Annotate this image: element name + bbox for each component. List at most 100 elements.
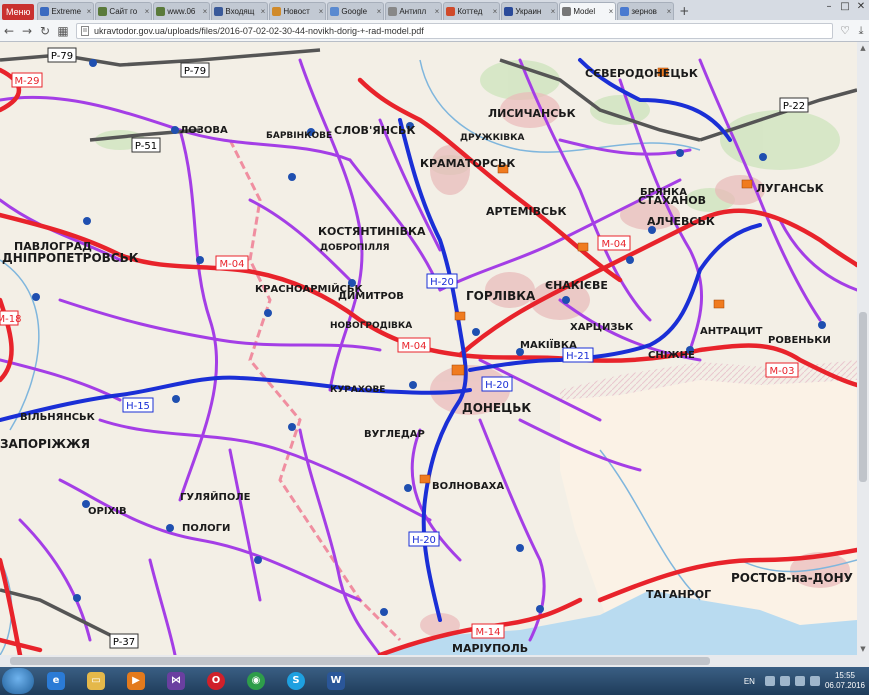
clock[interactable]: 15:55 06.07.2016 <box>825 671 865 691</box>
svg-text:H-20: H-20 <box>412 535 436 546</box>
city-label: ДОБРОПІЛЛЯ <box>320 243 390 253</box>
svg-text:P-79: P-79 <box>184 66 206 77</box>
road-badge: H-20 <box>426 273 458 289</box>
browser-tab[interactable]: www.06 × <box>153 2 211 20</box>
browser-tab[interactable]: Коттед × <box>443 2 501 20</box>
city-label: ДОНЕЦЬК <box>462 401 531 415</box>
tab-title: Сайт го <box>109 7 138 16</box>
browser-tab[interactable]: Extreme × <box>37 2 95 20</box>
tab-favicon-icon <box>214 7 224 16</box>
svg-text:P-51: P-51 <box>135 141 157 152</box>
tab-close-icon[interactable]: × <box>667 7 672 16</box>
city-label: РОСТОВ-на-ДОНУ <box>731 571 853 585</box>
city-label: АЛЧЕВСЬК <box>647 215 715 228</box>
taskbar-chrome-icon[interactable]: ◉ <box>238 669 274 693</box>
back-icon[interactable]: ← <box>0 22 18 40</box>
taskbar-word-icon[interactable]: W <box>318 669 354 693</box>
browser-tab[interactable]: Антипл × <box>385 2 443 20</box>
tab-close-icon[interactable]: × <box>435 7 440 16</box>
scroll-thumb[interactable] <box>859 312 867 482</box>
city-label: ДНІПРОПЕТРОВСЬК <box>2 251 139 265</box>
tab-close-icon[interactable]: × <box>377 7 382 16</box>
tab-title: Антипл <box>399 7 427 16</box>
download-icon[interactable]: ⤓ <box>853 22 869 40</box>
taskbar-explorer-icon[interactable]: ▭ <box>78 669 114 693</box>
horizontal-scrollbar[interactable] <box>0 655 869 667</box>
start-button[interactable] <box>2 668 34 694</box>
tray-network-icon[interactable] <box>779 676 790 686</box>
maximize-icon[interactable]: □ <box>837 0 853 14</box>
city-label: ЛУГАНСЬК <box>756 182 824 195</box>
scroll-up-icon[interactable]: ▲ <box>857 42 869 54</box>
browser-tab[interactable]: Новост × <box>269 2 327 20</box>
clock-time: 15:55 <box>834 671 855 680</box>
tray-volume-icon[interactable] <box>794 676 805 686</box>
language-indicator[interactable]: EN <box>744 677 755 686</box>
svg-text:H-20: H-20 <box>430 277 454 288</box>
taskbar-vs-icon[interactable]: ⋈ <box>158 669 194 693</box>
road-badge: M-14 <box>471 623 505 639</box>
tab-close-icon[interactable]: × <box>261 7 266 16</box>
svg-text:P-37: P-37 <box>113 637 135 648</box>
svg-text:H-20: H-20 <box>485 380 509 391</box>
tab-close-icon[interactable]: × <box>87 7 92 16</box>
bookmark-heart-icon[interactable]: ♡ <box>837 22 853 40</box>
browser-tab[interactable]: Входящ × <box>211 2 269 20</box>
browser-tab[interactable]: Сайт го × <box>95 2 153 20</box>
tab-title: Новост <box>283 7 310 16</box>
page-icon <box>81 25 89 36</box>
forward-icon[interactable]: → <box>18 22 36 40</box>
tab-close-icon[interactable]: × <box>551 7 556 16</box>
city-label: РОВЕНЬКИ <box>768 335 831 346</box>
browser-menu-button[interactable]: Меню <box>2 4 35 20</box>
city-label: ДРУЖКІВКА <box>460 133 524 143</box>
browser-tab[interactable]: Google × <box>327 2 385 20</box>
tab-close-icon[interactable]: × <box>319 7 324 16</box>
tab-close-icon[interactable]: × <box>203 7 208 16</box>
tab-close-icon[interactable]: × <box>609 7 614 16</box>
minimize-icon[interactable]: – <box>821 0 837 14</box>
svg-text:M-18: M-18 <box>0 314 21 325</box>
road-badge: M-04 <box>215 255 249 271</box>
city-label: ЛОЗОВА <box>180 125 228 136</box>
svg-text:M-03: M-03 <box>770 366 795 377</box>
url-text: ukravtodor.gov.ua/uploads/files/2016-07-… <box>94 25 424 36</box>
vertical-scrollbar[interactable]: ▲ ▼ <box>857 42 869 655</box>
city-label: АНТРАЦИТ <box>700 326 763 337</box>
tab-favicon-icon <box>272 7 282 16</box>
browser-tab[interactable]: Украин × <box>501 2 559 20</box>
url-field[interactable]: ukravtodor.gov.ua/uploads/files/2016-07-… <box>76 22 833 39</box>
browser-tab[interactable]: Model × <box>559 2 617 20</box>
city-label: БРЯНКА <box>640 187 687 198</box>
road-badge: H-15 <box>122 397 154 413</box>
taskbar-skype-icon[interactable]: S <box>278 669 314 693</box>
tray-battery-icon[interactable] <box>809 676 820 686</box>
taskbar-opera-icon[interactable]: O <box>198 669 234 693</box>
hscroll-thumb[interactable] <box>10 657 710 665</box>
close-window-icon[interactable]: ✕ <box>853 0 869 14</box>
taskbar-media-icon[interactable]: ▶ <box>118 669 154 693</box>
tab-title: Extreme <box>51 7 82 16</box>
city-label: ХАРЦИЗЬК <box>570 322 634 333</box>
browser-tab[interactable]: зернов × <box>617 2 675 20</box>
address-bar: ← → ↻ ▦ ukravtodor.gov.ua/uploads/files/… <box>0 20 869 42</box>
tab-title: Model <box>573 7 596 16</box>
pdf-map-viewer[interactable]: P-79 M-29 P-51 P-22 M-04 H-20 H-21 M-03 … <box>0 42 857 655</box>
reload-icon[interactable]: ↻ <box>36 22 54 40</box>
clock-date: 06.07.2016 <box>824 681 865 690</box>
scroll-down-icon[interactable]: ▼ <box>857 643 869 655</box>
tab-favicon-icon <box>562 7 572 16</box>
road-badge: P-79 <box>180 62 210 78</box>
city-label: АРТЕМІВСЬК <box>486 205 566 218</box>
svg-text:M-04: M-04 <box>602 239 627 250</box>
tray-flag-icon[interactable] <box>764 676 775 686</box>
taskbar-ie-icon[interactable]: e <box>38 669 74 693</box>
new-tab-button[interactable]: + <box>677 4 691 18</box>
svg-text:P-79: P-79 <box>51 51 73 62</box>
tab-close-icon[interactable]: × <box>145 7 150 16</box>
apps-grid-icon[interactable]: ▦ <box>54 22 72 40</box>
svg-text:M-14: M-14 <box>476 627 501 638</box>
city-label: НОВОГРОДІВКА <box>330 321 412 331</box>
tab-close-icon[interactable]: × <box>493 7 498 16</box>
city-label: КОСТЯНТИНІВКА <box>318 225 426 238</box>
